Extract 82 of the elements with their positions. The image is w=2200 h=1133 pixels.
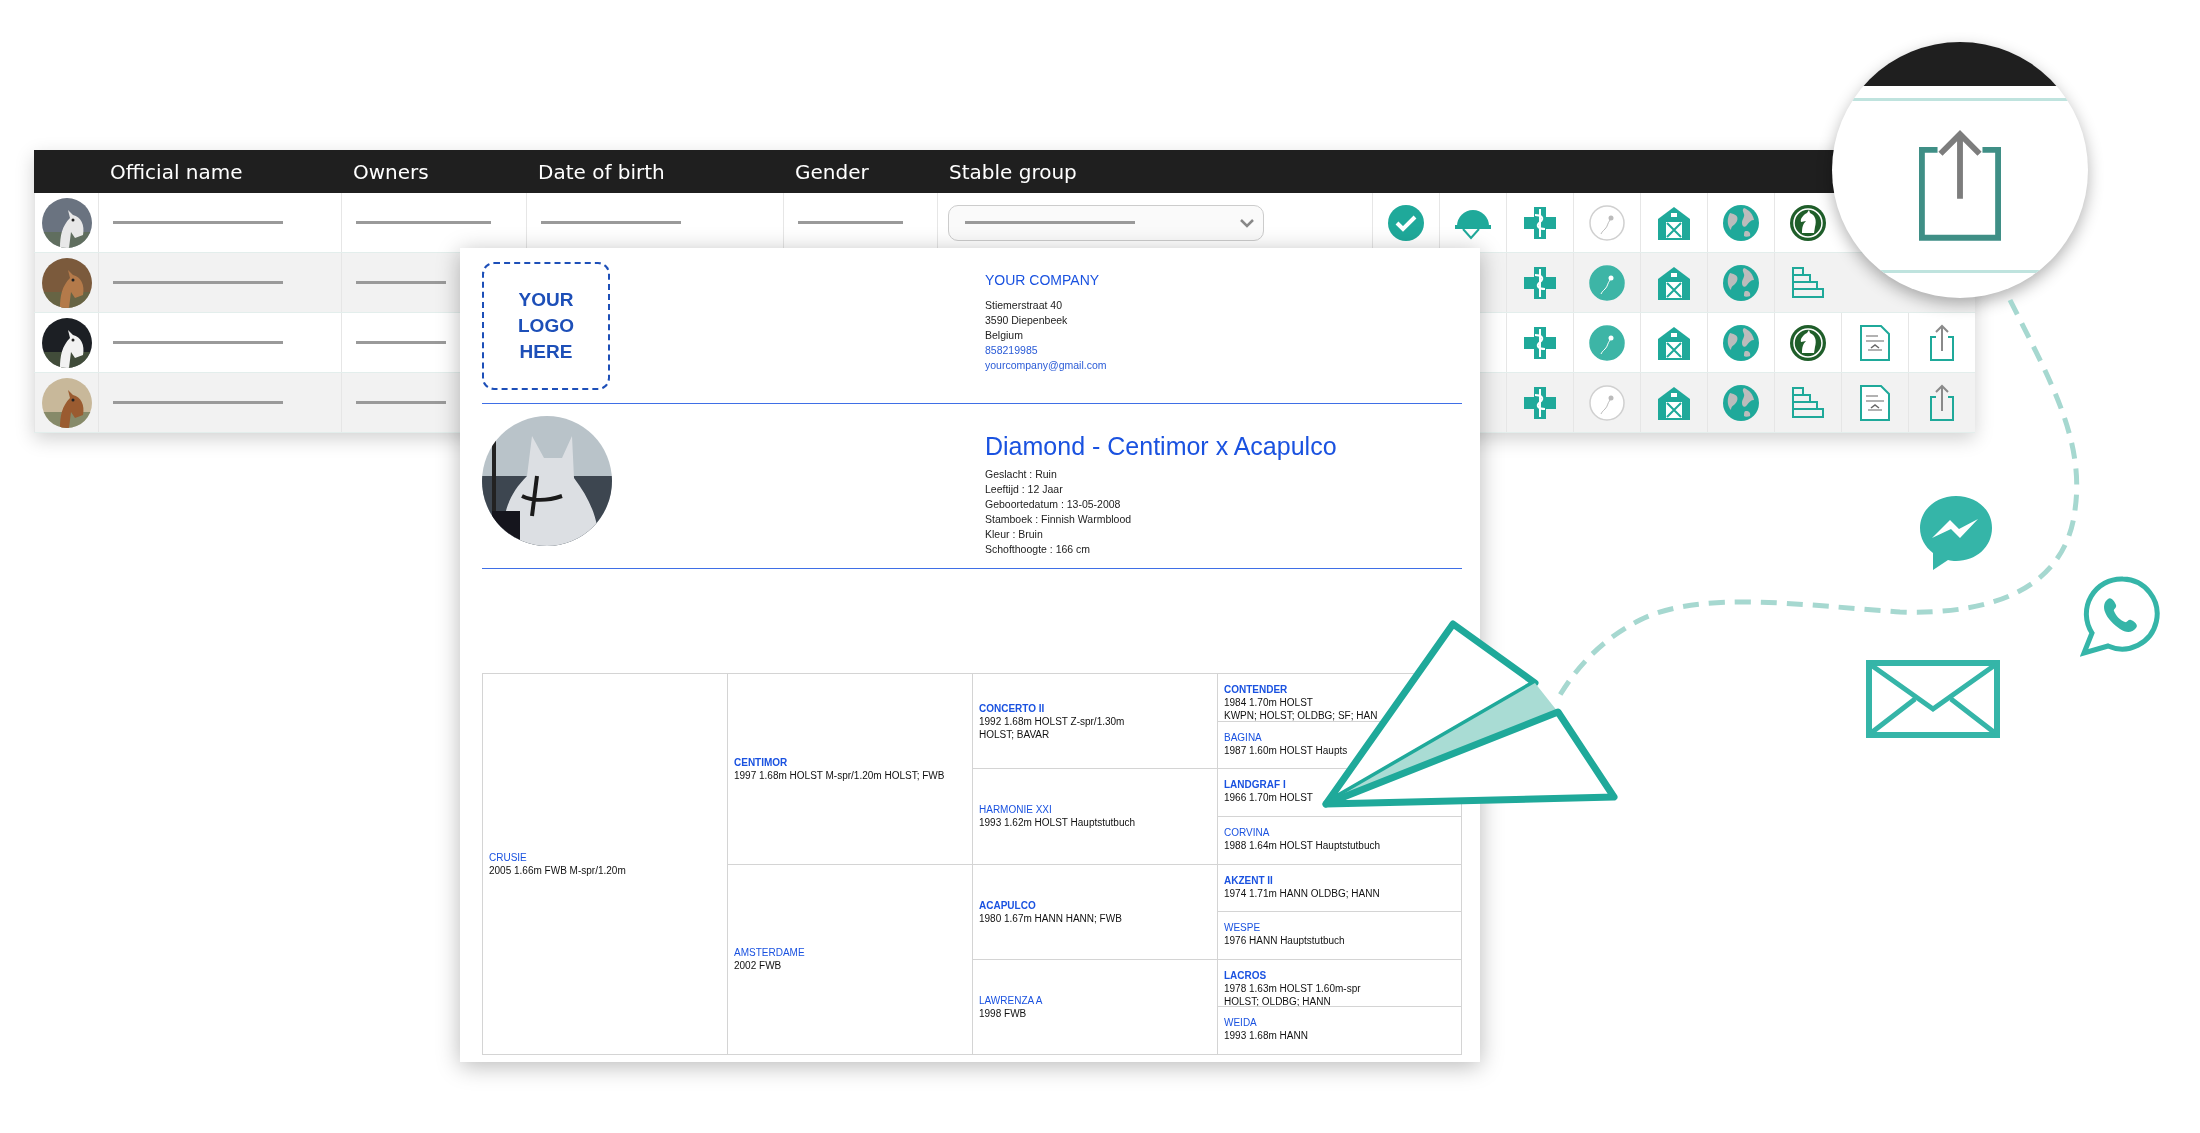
envelope-icon[interactable] [1866, 660, 2000, 738]
column-header[interactable]: Stable group [937, 159, 1372, 184]
horse-details: 1980 1.67m HANN HANN; FWB [979, 911, 1122, 925]
horse-details: 1993 1.68m HANN [1224, 1029, 1308, 1043]
medical-cross-icon[interactable] [1522, 384, 1558, 421]
horse-title: Diamond - Centimor x Acapulco [985, 432, 1338, 461]
horse-details: 1976 HANN Hauptstutbuch [1224, 934, 1345, 948]
share-icon[interactable] [1928, 322, 1956, 363]
horse-detail: Geslacht : Ruin [985, 467, 1058, 482]
medical-cross-icon[interactable] [1522, 204, 1558, 241]
horse-details: 1987 1.60m HOLST Haupts [1224, 743, 1348, 757]
horse-name[interactable]: BAGINA [1224, 730, 1262, 744]
horse-name[interactable]: LANDGRAF I [1224, 778, 1286, 792]
horse-detail: Kleur : Bruin [985, 527, 1044, 542]
medical-cross-icon[interactable] [1522, 264, 1558, 301]
horse-detail: Leeftijd : 12 Jaar [985, 482, 1064, 497]
horse-details: 1992 1.68m HOLST Z-spr/1.30m [979, 714, 1125, 728]
sperm-icon[interactable] [1588, 323, 1626, 362]
horse-head-icon[interactable] [1789, 323, 1827, 362]
bars-icon[interactable] [1790, 384, 1826, 421]
horse-details: 1984 1.70m HOLST [1224, 696, 1313, 709]
horse-name[interactable]: LAWRENZA A [979, 993, 1043, 1007]
bars-icon[interactable] [1790, 264, 1826, 301]
address-line: 3590 Diepenbeek [985, 313, 1069, 328]
column-header[interactable]: Official name [98, 159, 341, 184]
horse-details: HOLST; OLDBG; HANN [1224, 994, 1331, 1008]
horse-name[interactable]: CONCERTO II [979, 701, 1045, 715]
horse-details: 2002 FWB [734, 959, 782, 973]
horse-name[interactable]: CRUSIE [489, 851, 527, 864]
phone-link[interactable]: 858219985 [985, 343, 1462, 358]
logo-text: YOUR LOGO HERE [517, 288, 575, 364]
stable-group-dropdown[interactable] [948, 204, 1264, 241]
horse-details: 1993 1.62m HOLST Hauptstutbuch [979, 816, 1136, 830]
barn-icon[interactable] [1656, 384, 1692, 421]
horse-details: HOLST; BAVAR [979, 727, 1050, 741]
horse-name[interactable]: HARMONIE XXI [979, 803, 1052, 817]
horse-name[interactable]: LACROS [1224, 968, 1267, 982]
column-header[interactable]: Owners [341, 159, 526, 184]
email-link[interactable]: yourcompany@gmail.com [985, 358, 1462, 373]
horse-name[interactable]: CORVINA [1224, 825, 1270, 839]
sperm-icon[interactable] [1588, 203, 1626, 242]
horse-details: 1998 FWB [979, 1006, 1027, 1020]
barn-icon[interactable] [1656, 324, 1692, 361]
horse-name[interactable]: AKZENT II [1224, 873, 1273, 887]
horse-name[interactable]: AMSTERDAME [734, 946, 805, 960]
horse-name[interactable]: WEIDA [1224, 1016, 1257, 1030]
document-icon[interactable] [1859, 323, 1891, 362]
globe-icon[interactable] [1722, 263, 1760, 302]
barn-icon[interactable] [1656, 204, 1692, 241]
horse-detail: Geboortedatum : 13-05-2008 [985, 497, 1122, 512]
chevron-down-icon [1239, 217, 1255, 228]
column-header[interactable]: Gender [783, 159, 937, 184]
address-line: Belgium [985, 328, 1024, 343]
company-name: YOUR COMPANY [985, 272, 1101, 288]
horse-details: 1997 1.68m HOLST M-spr/1.20m HOLST; FWB [734, 768, 945, 782]
share-icon[interactable] [1928, 382, 1956, 423]
horse-details: 1978 1.63m HOLST 1.60m-spr [1224, 981, 1361, 995]
horse-details: 1988 1.64m HOLST Hauptstutbuch [1224, 838, 1381, 852]
horse-details: 1966 1.70m HOLST [1224, 791, 1313, 805]
horse-detail: Schofthoogte : 166 cm [985, 542, 1092, 557]
horse-head-icon[interactable] [1789, 203, 1827, 242]
horse-detail: Stamboek : Finnish Warmblood [985, 512, 1133, 527]
horse-name[interactable]: ACAPULCO [979, 898, 1036, 912]
phone-chat-icon[interactable] [2080, 575, 2162, 657]
sperm-icon[interactable] [1588, 263, 1626, 302]
globe-icon[interactable] [1722, 323, 1760, 362]
medical-cross-icon[interactable] [1522, 324, 1558, 361]
horse-name[interactable]: CONTENDER [1224, 683, 1288, 696]
column-header[interactable]: Date of birth [526, 159, 783, 184]
horse-details: 2005 1.66m FWB M-spr/1.20m [489, 864, 626, 877]
horse-name[interactable]: WESPE [1224, 921, 1261, 935]
globe-icon[interactable] [1722, 383, 1760, 422]
barn-icon[interactable] [1656, 264, 1692, 301]
document-icon[interactable] [1859, 383, 1891, 422]
globe-icon[interactable] [1722, 203, 1760, 242]
check-icon[interactable] [1387, 203, 1425, 242]
horse-details: KWPN; HOLST; OLDBG; SF; HAN [1224, 709, 1378, 722]
horse-name[interactable]: CENTIMOR [734, 755, 788, 769]
share-icon[interactable] [1918, 128, 2002, 243]
address-line: Stiemerstraat 40 [985, 298, 1064, 313]
sperm-icon[interactable] [1588, 383, 1626, 422]
horse-details: 1974 1.71m HANN OLDBG; HANN [1224, 886, 1380, 900]
